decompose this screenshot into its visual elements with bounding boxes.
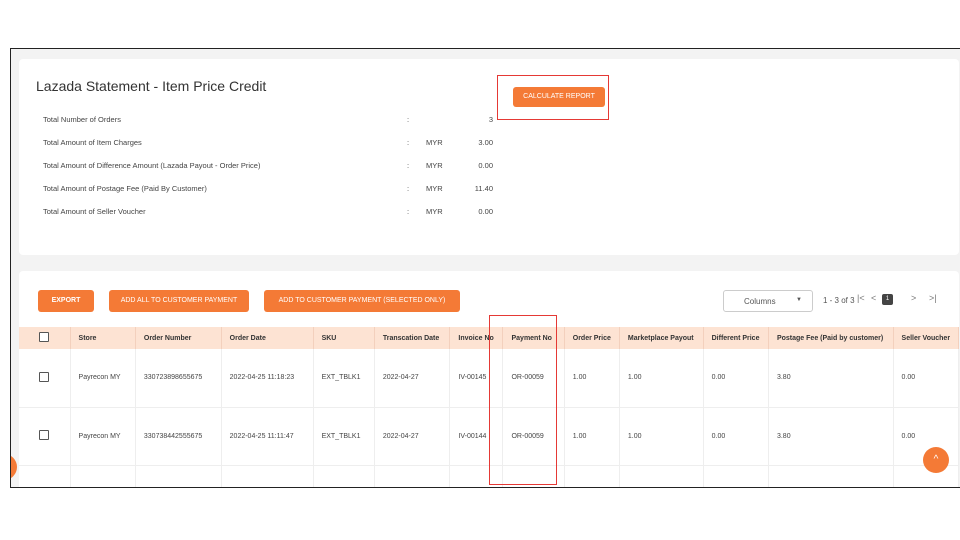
summary-row-item-charges: Total Amount of Item Charges : MYR 3.00: [43, 138, 493, 147]
report-summary-card: Lazada Statement - Item Price Credit Tot…: [19, 59, 959, 255]
scroll-top-button[interactable]: ^: [923, 447, 949, 473]
summary-row-difference: Total Amount of Difference Amount (Lazad…: [43, 161, 493, 170]
page-title: Lazada Statement - Item Price Credit: [36, 78, 267, 94]
select-all-checkbox[interactable]: [39, 332, 49, 342]
col-header-postage-fee[interactable]: Postage Fee (Paid by customer): [768, 327, 894, 349]
col-header-different-price[interactable]: Different Price: [703, 327, 769, 349]
cell-different-price: 0.00: [703, 349, 769, 408]
app-frame: Lazada Statement - Item Price Credit Tot…: [10, 48, 960, 488]
prev-page-icon[interactable]: <: [871, 293, 876, 303]
add-all-button[interactable]: ADD ALL TO CUSTOMER PAYMENT: [109, 290, 249, 312]
highlight-box-payment-no: [489, 315, 557, 485]
col-header-order-date[interactable]: Order Date: [221, 327, 314, 349]
col-header-marketplace-payout[interactable]: Marketplace Payout: [619, 327, 704, 349]
cell-store: Payrecon MY: [70, 349, 136, 408]
summary-row-orders: Total Number of Orders : 3: [43, 115, 493, 124]
cell-order-date: 2022-04-25 11:18:23: [221, 349, 314, 408]
col-header-order-price[interactable]: Order Price: [564, 327, 620, 349]
row-checkbox[interactable]: [39, 430, 49, 440]
cell-order-price: 1.00: [564, 407, 620, 466]
next-page-icon[interactable]: >: [911, 293, 916, 303]
row-checkbox[interactable]: [39, 371, 49, 382]
cell-seller-voucher: 0.00: [893, 349, 960, 408]
cell-order-price: 1.00: [564, 349, 620, 408]
highlight-box-calculate: [497, 75, 609, 120]
cell-transaction-date: 2022-04-27: [374, 407, 451, 466]
summary-row-postage: Total Amount of Postage Fee (Paid By Cus…: [43, 184, 493, 193]
chevron-down-icon: ▼: [796, 297, 802, 303]
cell-postage-fee: 3.80: [768, 349, 894, 408]
add-selected-button[interactable]: ADD TO CUSTOMER PAYMENT (SELECTED ONLY): [264, 290, 460, 312]
statement-table-card: EXPORT ADD ALL TO CUSTOMER PAYMENT ADD T…: [19, 271, 960, 487]
col-header-sku[interactable]: SKU: [313, 327, 375, 349]
first-page-icon[interactable]: |<: [857, 293, 865, 303]
chevron-up-icon: ^: [933, 454, 939, 465]
pagination-text: 1 - 3 of 3: [823, 296, 855, 305]
cell-marketplace-payout: 1.00: [619, 349, 704, 408]
row-select-cell: [19, 407, 71, 466]
columns-select[interactable]: Columns ▼: [723, 290, 813, 312]
cell-marketplace-payout: 1.00: [619, 407, 704, 466]
col-header-order-number[interactable]: Order Number: [135, 327, 222, 349]
cell-sku: EXT_TBLK1: [313, 349, 375, 408]
col-header-transaction-date[interactable]: Transcation Date: [374, 327, 451, 349]
cell-order-date: 2022-04-25 11:11:47: [221, 407, 314, 466]
cell-postage-fee: 3.80: [768, 407, 894, 466]
select-all-cell: [19, 327, 71, 349]
row-select-cell: [19, 349, 71, 408]
cell-sku: EXT_TBLK1: [313, 407, 375, 466]
cell-order-number: 330723898655675: [135, 349, 222, 408]
cell-order-number: 330738442555675: [135, 407, 222, 466]
side-tab-button[interactable]: [11, 454, 17, 480]
col-header-seller-voucher[interactable]: Seller Voucher: [893, 327, 960, 349]
last-page-icon[interactable]: >|: [929, 293, 937, 303]
summary-row-voucher: Total Amount of Seller Voucher : MYR 0.0…: [43, 207, 493, 216]
current-page-badge[interactable]: 1: [882, 294, 893, 305]
export-button[interactable]: EXPORT: [38, 290, 94, 312]
cell-transaction-date: 2022-04-27: [374, 349, 451, 408]
col-header-store[interactable]: Store: [70, 327, 136, 349]
cell-different-price: 0.00: [703, 407, 769, 466]
cell-store: Payrecon MY: [70, 407, 136, 466]
